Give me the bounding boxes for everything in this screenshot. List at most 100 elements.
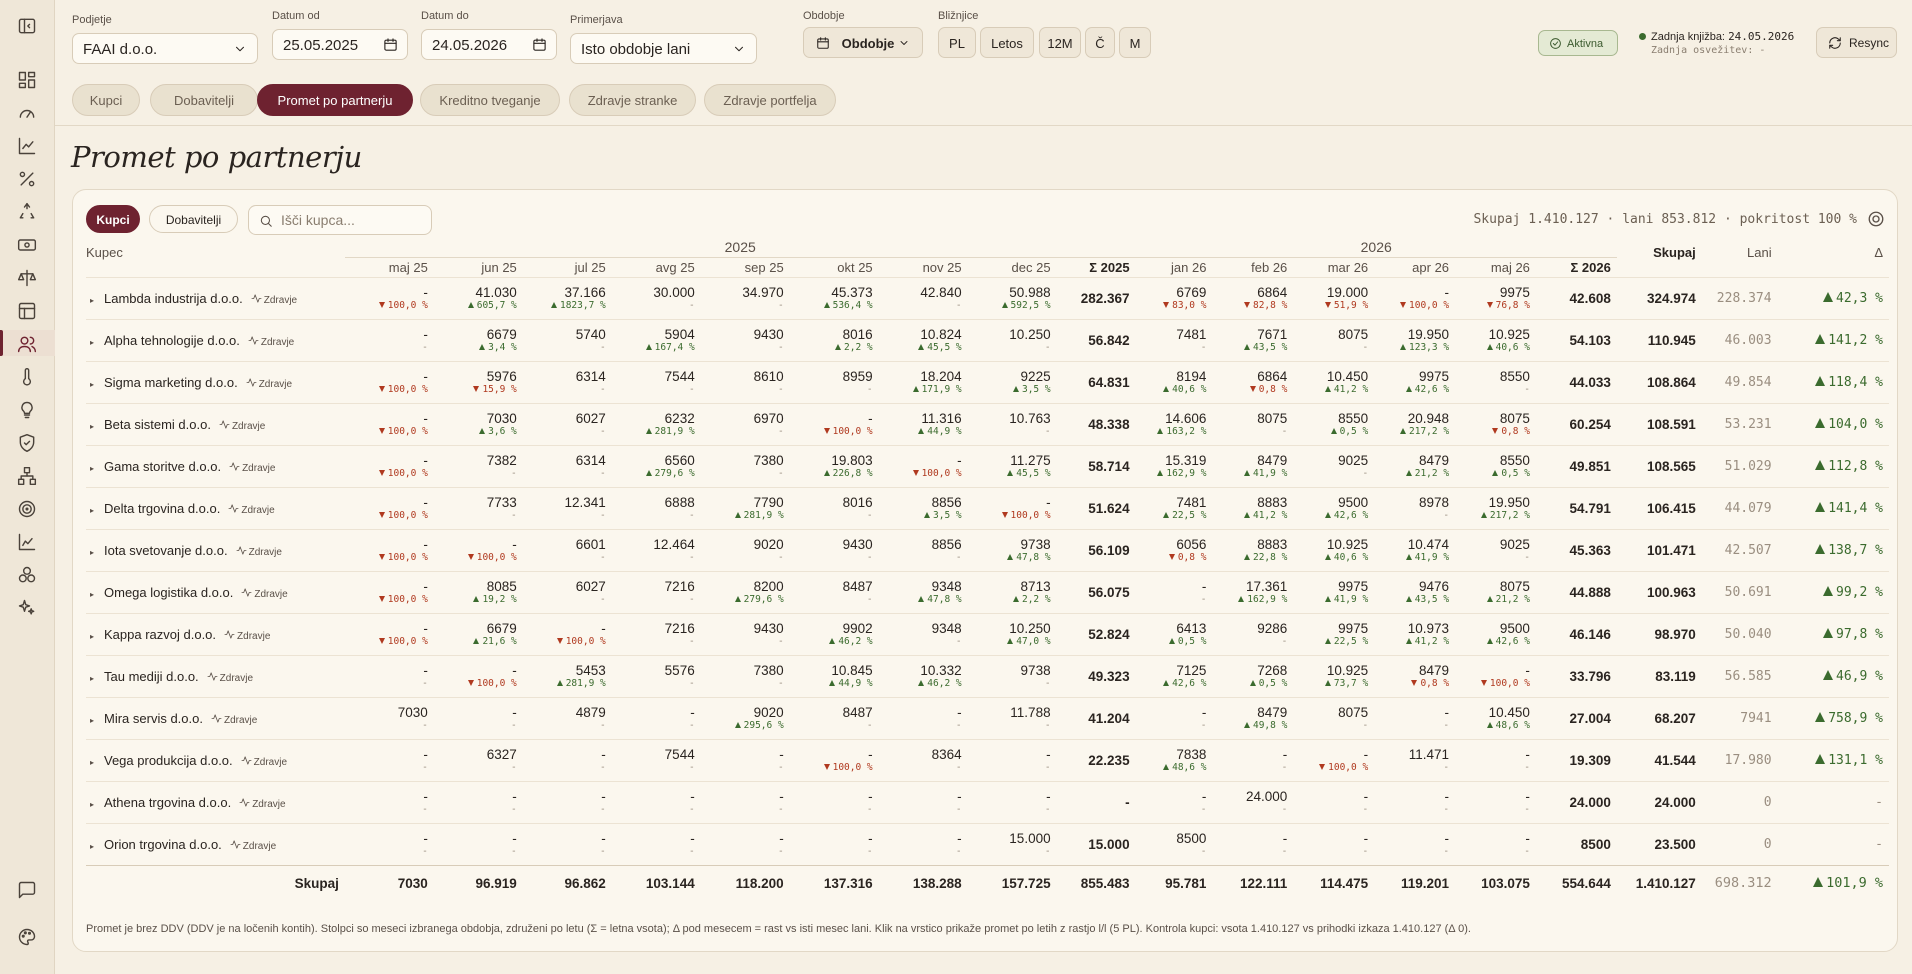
table-row[interactable]: ▸ Vega produkcija d.o.o. Zdravje - -6327- - -7… <box>86 738 1889 781</box>
partner-name-cell[interactable]: ▸ Vega produkcija d.o.o. Zdravje <box>86 738 345 781</box>
table-row[interactable]: ▸ Delta trgovina d.o.o. Zdravje -100,0 % 773… <box>86 486 1889 529</box>
tab-kreditno-tveganje[interactable]: Kreditno tveganje <box>420 84 560 116</box>
table-row[interactable]: ▸ Alpha tehnologije d.o.o. Zdravje - -6679 3,… <box>86 318 1889 361</box>
col-sum-2025[interactable]: Σ 2025 <box>1057 257 1136 277</box>
thermometer-icon[interactable] <box>17 367 37 387</box>
chat-icon[interactable] <box>17 880 37 900</box>
health-link[interactable]: Zdravje <box>230 839 276 852</box>
percent-icon[interactable] <box>17 169 37 189</box>
bar-chart-icon[interactable] <box>17 532 37 552</box>
health-link[interactable]: Zdravje <box>219 419 265 432</box>
table-row[interactable]: ▸ Lambda industrija d.o.o. Zdravje -100,0 %… <box>86 276 1889 319</box>
tab-dobavitelji[interactable]: Dobavitelji <box>150 84 258 116</box>
health-link[interactable]: Zdravje <box>241 755 287 768</box>
partner-name-cell[interactable]: ▸ Omega logistika d.o.o. Zdravje <box>86 570 345 613</box>
obdobje-button[interactable]: Obdobje <box>803 27 923 58</box>
palette-icon[interactable] <box>17 927 37 947</box>
banknote-icon[interactable] <box>17 235 37 255</box>
col-month[interactable]: jul 25 <box>523 257 612 277</box>
col-delta[interactable]: Δ <box>1778 237 1889 277</box>
blocks-icon[interactable] <box>17 565 37 585</box>
shield-check-icon[interactable] <box>17 433 37 453</box>
col-month[interactable]: jan 26 <box>1136 257 1213 277</box>
health-link[interactable]: Zdravje <box>239 797 286 810</box>
health-link[interactable]: Zdravje <box>236 545 282 558</box>
lightbulb-icon[interactable] <box>17 400 37 420</box>
toggle-dobavitelji[interactable]: Dobavitelji <box>149 205 238 233</box>
shortcut-12m-button[interactable]: 12M <box>1039 27 1081 58</box>
col-month[interactable]: feb 26 <box>1212 257 1293 277</box>
table-row[interactable]: ▸ Iota svetovanje d.o.o. Zdravje -100,0 % -1… <box>86 528 1889 571</box>
health-link[interactable]: Zdravje <box>207 671 253 684</box>
users-icon[interactable] <box>17 334 37 354</box>
table-row[interactable]: ▸ Beta sistemi d.o.o. Zdravje -100,0 % 7030 3… <box>86 402 1889 445</box>
col-month[interactable]: apr 26 <box>1374 257 1455 277</box>
health-link[interactable]: Zdravje <box>224 629 270 642</box>
col-month[interactable]: avg 25 <box>612 257 701 277</box>
caret-right-icon[interactable]: ▸ <box>90 716 104 725</box>
table-row[interactable]: ▸ Sigma marketing d.o.o. Zdravje -100,0 % 59… <box>86 360 1889 403</box>
dashboard-icon[interactable] <box>17 70 37 90</box>
table-row[interactable]: ▸ Tau mediji d.o.o. Zdravje - - -100,0 % 5453 2… <box>86 654 1889 697</box>
tab-promet-po-partnerju[interactable]: Promet po partnerju <box>257 84 413 116</box>
partner-name-cell[interactable]: ▸ Orion trgovina d.o.o. Zdravje <box>86 822 345 865</box>
col-month[interactable]: sep 25 <box>701 257 790 277</box>
network-icon[interactable] <box>17 466 37 486</box>
caret-right-icon[interactable]: ▸ <box>90 842 104 851</box>
table-row[interactable]: ▸ Mira servis d.o.o. Zdravje 7030- - -4879- - -… <box>86 696 1889 739</box>
primerjava-select[interactable]: Isto obdobje lani <box>570 33 757 64</box>
caret-right-icon[interactable]: ▸ <box>90 422 104 431</box>
col-month[interactable]: maj 26 <box>1455 257 1536 277</box>
col-month[interactable]: maj 25 <box>345 257 434 277</box>
table-row[interactable]: ▸ Athena trgovina d.o.o. Zdravje - - - - - - - - - -… <box>86 780 1889 823</box>
partner-name-cell[interactable]: ▸ Delta trgovina d.o.o. Zdravje <box>86 486 345 529</box>
health-link[interactable]: Zdravje <box>229 461 275 474</box>
table-icon[interactable] <box>17 301 37 321</box>
table-row[interactable]: ▸ Orion trgovina d.o.o. Zdravje - - - - - - - - - - -… <box>86 822 1889 865</box>
table-row[interactable]: ▸ Kappa razvoj d.o.o. Zdravje -100,0 % 6679 2… <box>86 612 1889 655</box>
col-month[interactable]: mar 26 <box>1293 257 1374 277</box>
caret-right-icon[interactable]: ▸ <box>90 590 104 599</box>
caret-right-icon[interactable]: ▸ <box>90 758 104 767</box>
caret-right-icon[interactable]: ▸ <box>90 338 104 347</box>
shortcut-m-button[interactable]: M <box>1119 27 1151 58</box>
podjetje-select[interactable]: FAAI d.o.o. <box>72 33 258 64</box>
partner-name-cell[interactable]: ▸ Sigma marketing d.o.o. Zdravje <box>86 360 345 403</box>
col-sum-2026[interactable]: Σ 2026 <box>1536 257 1617 277</box>
scale-icon[interactable] <box>17 268 37 288</box>
partner-name-cell[interactable]: ▸ Gama storitve d.o.o. Zdravje <box>86 444 345 487</box>
toggle-kupci[interactable]: Kupci <box>86 205 140 233</box>
line-chart-icon[interactable] <box>17 136 37 156</box>
resync-button[interactable]: Resync <box>1816 27 1897 58</box>
col-month[interactable]: jun 25 <box>434 257 523 277</box>
table-row[interactable]: ▸ Gama storitve d.o.o. Zdravje -100,0 % 7382… <box>86 444 1889 487</box>
partner-name-cell[interactable]: ▸ Beta sistemi d.o.o. Zdravje <box>86 402 345 445</box>
shortcut-pl-button[interactable]: PL <box>938 27 976 58</box>
col-month[interactable]: okt 25 <box>790 257 879 277</box>
partner-name-cell[interactable]: ▸ Kappa razvoj d.o.o. Zdravje <box>86 612 345 655</box>
col-kupec[interactable]: Kupec <box>86 237 345 277</box>
datum-do-input[interactable]: 24.05.2026 <box>421 29 557 60</box>
col-skupaj[interactable]: Skupaj <box>1617 237 1702 277</box>
health-link[interactable]: Zdravje <box>248 335 294 348</box>
partner-name-cell[interactable]: ▸ Athena trgovina d.o.o. Zdravje <box>86 780 345 823</box>
partner-name-cell[interactable]: ▸ Alpha tehnologije d.o.o. Zdravje <box>86 318 345 361</box>
panel-toggle-icon[interactable] <box>17 16 37 36</box>
caret-right-icon[interactable]: ▸ <box>90 506 104 515</box>
caret-right-icon[interactable]: ▸ <box>90 464 104 473</box>
shortcut-c-button[interactable]: Č <box>1085 27 1115 58</box>
health-link[interactable]: Zdravje <box>211 713 257 726</box>
caret-right-icon[interactable]: ▸ <box>90 296 104 305</box>
health-link[interactable]: Zdravje <box>228 503 275 516</box>
tab-zdravje-stranke[interactable]: Zdravje stranke <box>569 84 696 116</box>
info-icon[interactable] <box>1867 210 1885 228</box>
recycle-icon[interactable] <box>17 202 37 222</box>
sparkles-icon[interactable] <box>17 598 37 618</box>
tab-kupci[interactable]: Kupci <box>72 84 140 116</box>
partner-name-cell[interactable]: ▸ Iota svetovanje d.o.o. Zdravje <box>86 528 345 571</box>
caret-right-icon[interactable]: ▸ <box>90 674 104 683</box>
partner-name-cell[interactable]: ▸ Lambda industrija d.o.o. Zdravje <box>86 276 345 319</box>
partner-name-cell[interactable]: ▸ Mira servis d.o.o. Zdravje <box>86 696 345 739</box>
health-link[interactable]: Zdravje <box>251 293 297 306</box>
tab-zdravje-portfelja[interactable]: Zdravje portfelja <box>704 84 836 116</box>
